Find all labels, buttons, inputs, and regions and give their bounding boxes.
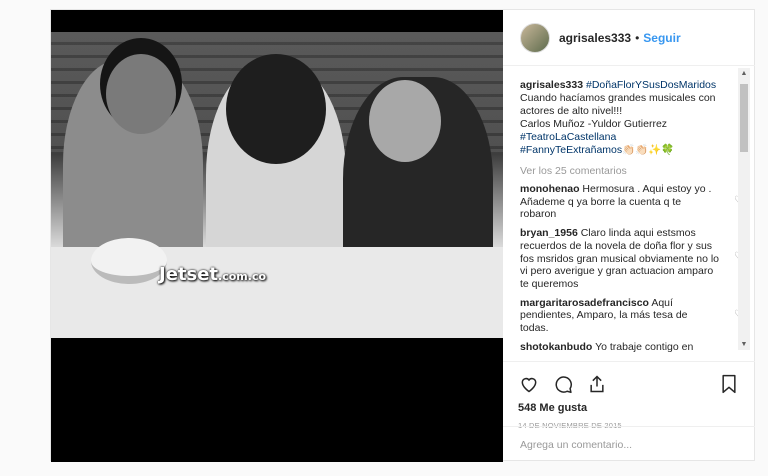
hashtag-donaflor[interactable]: #DoñaFlorYSusDosMaridos [586,79,716,91]
caption-emoji: 👏🏻👏🏻✨🍀 [622,144,675,156]
comment-username[interactable]: margaritarosadefrancisco [520,297,649,309]
scrollbar-thumb[interactable] [740,84,748,152]
person-middle-hair [226,54,326,164]
instagram-post: Jetset.com.co agrisales333 • Seguir agri… [50,9,755,462]
watermark-domain: .com.co [218,270,267,283]
post-photo: Jetset.com.co [51,32,503,338]
comments-scrollbar[interactable]: ▲ ▼ [738,68,750,350]
comment-icon[interactable] [552,373,574,395]
hashtag-fanny[interactable]: #FannyTeExtrañamos [520,144,622,156]
caption-username[interactable]: agrisales333 [520,79,583,91]
comment-username[interactable]: monohenao [520,183,580,195]
follow-button[interactable]: Seguir [643,31,680,45]
person-right-head [369,80,441,162]
action-bar: 548 Me gusta 14 DE NOVIEMBRE DE 2015 [503,361,755,430]
comment: bryan_1956 Claro linda aqui estsmos recu… [520,227,743,291]
comment-username[interactable]: bryan_1956 [520,227,578,239]
caption: agrisales333 #DoñaFlorYSusDosMaridos Cua… [520,79,725,157]
watermark-brand: Jetset [159,264,219,285]
watermark: Jetset.com.co [159,264,266,285]
hashtag-teatro[interactable]: #TeatroLaCastellana [520,131,616,143]
view-all-comments-link[interactable]: Ver los 25 comentarios [520,165,725,177]
scroll-up-arrow[interactable]: ▲ [738,70,750,77]
caption-line2: Carlos Muñoz -Yuldor Gutierrez [520,118,668,130]
person-left-head [106,54,176,134]
avatar[interactable] [520,22,550,53]
comment: margaritarosadefrancisco Aquí pendientes… [520,297,743,335]
post-media[interactable]: Jetset.com.co [51,10,503,462]
separator-dot: • [635,30,640,45]
action-icons [518,370,740,398]
comment: monohenao Hermosura . Aqui estoy yo . Añ… [520,183,743,221]
heart-icon[interactable] [518,373,540,395]
likes-count[interactable]: 548 Me gusta [518,402,740,414]
straw-hat [91,238,167,284]
comment-username[interactable]: shotokanbudo [520,341,592,353]
caption-line1: Cuando hacíamos grandes musicales con ac… [520,92,716,117]
comment: shotokanbudo Yo trabaje contigo en [520,341,725,354]
add-comment-input[interactable]: Agrega un comentario... [503,426,755,462]
share-icon[interactable] [586,373,608,395]
post-header: agrisales333 • Seguir [503,10,755,66]
comments-panel[interactable]: agrisales333 #DoñaFlorYSusDosMaridos Cua… [503,67,755,361]
scroll-down-arrow[interactable]: ▼ [738,341,750,348]
bookmark-icon[interactable] [718,373,740,395]
header-username[interactable]: agrisales333 [559,31,631,45]
comment-text: Yo trabaje contigo en [595,340,694,353]
